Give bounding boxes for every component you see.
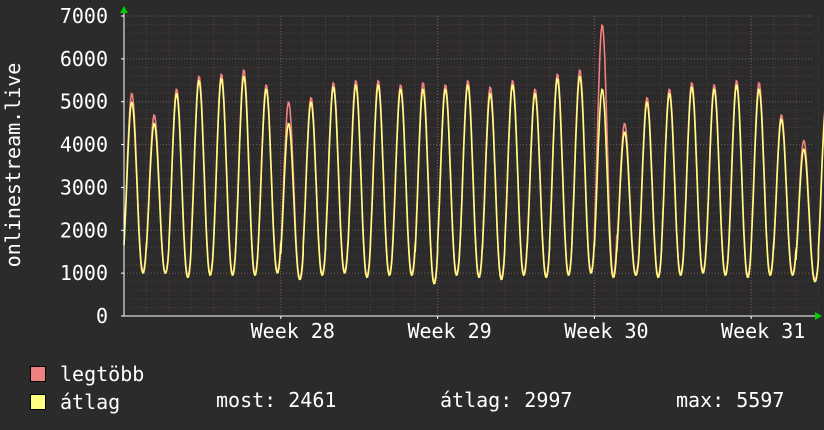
x-tick-label: Week 30 [564, 319, 648, 343]
stat-average: átlag: 2997 [440, 388, 573, 412]
stat-max: max: 5597 [676, 388, 785, 412]
y-tick-label: 2000 [60, 218, 108, 242]
y-tick-label: 7000 [60, 4, 108, 28]
y-tick-label: 3000 [60, 175, 108, 199]
series-layer [123, 23, 824, 285]
x-tick-label: Week 31 [721, 319, 805, 343]
legend-label-avg: átlag [60, 390, 121, 414]
y-axis-label: onlinestream.live [1, 63, 25, 268]
y-axis-arrow [120, 6, 128, 13]
y-tick-label: 4000 [60, 133, 108, 157]
stat-now: most: 2461 [216, 388, 337, 412]
legend-item-avg: átlag [30, 390, 121, 414]
x-tick-label: Week 29 [407, 319, 491, 343]
grid [124, 15, 819, 316]
legend-label-max: legtöbb [60, 362, 145, 386]
x-tick-label: Week 28 [251, 319, 335, 343]
legend-swatch-max [30, 366, 46, 382]
y-tick-label: 0 [96, 304, 108, 328]
legend-swatch-avg [30, 394, 46, 410]
y-tick-label: 5000 [60, 90, 108, 114]
y-tick-label: 6000 [60, 47, 108, 71]
legend-item-max: legtöbb [30, 362, 145, 386]
y-tick-label: 1000 [60, 261, 108, 285]
